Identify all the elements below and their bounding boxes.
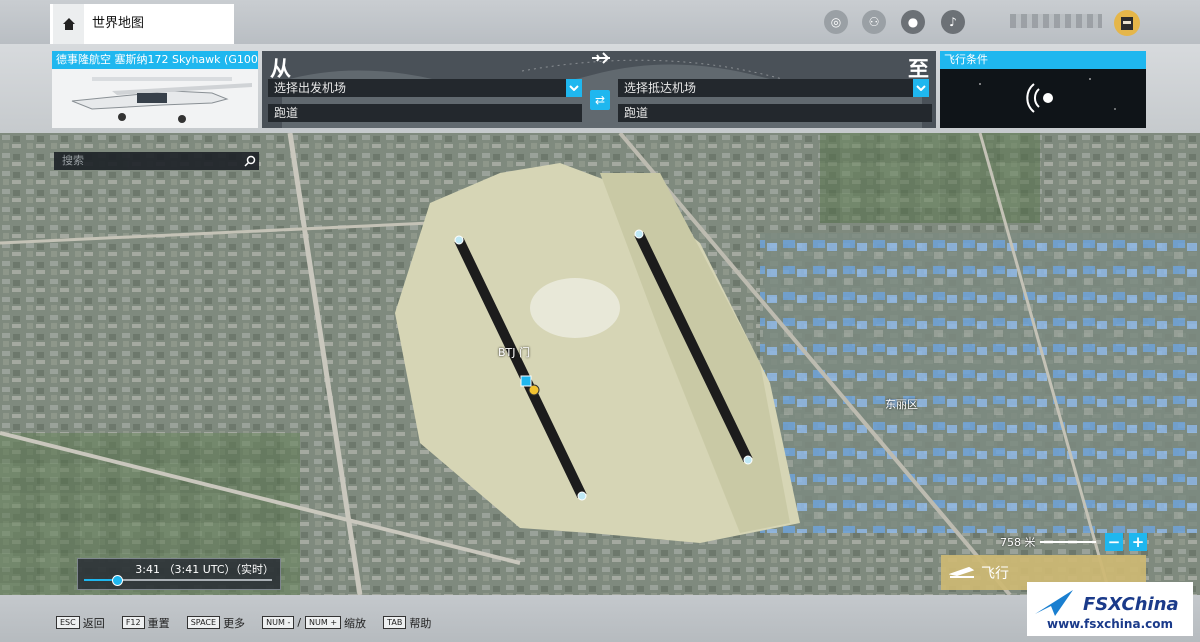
hint-help[interactable]: 帮助 [409, 617, 431, 630]
plane-icon [592, 52, 610, 64]
weather-icon [940, 69, 1146, 128]
fly-button-label: 飞行 [981, 566, 1009, 582]
search-input[interactable]: 搜索 [54, 152, 259, 170]
aircraft-image [52, 69, 258, 128]
svg-text:FSXChina: FSXChina [1083, 594, 1179, 615]
scale-label: 758 米 [1000, 536, 1036, 549]
fsxchina-logo: FSXChina [1035, 590, 1179, 616]
home-icon [63, 18, 75, 30]
hint-separator: / [297, 616, 302, 629]
avatar[interactable] [1114, 10, 1140, 36]
time-slider-handle[interactable] [112, 575, 123, 586]
home-tab[interactable] [50, 4, 87, 44]
key-esc: ESC [56, 616, 80, 629]
world-map[interactable] [0, 133, 1200, 595]
friends-icon[interactable]: ⚇ [862, 10, 886, 34]
key-tab: TAB [383, 616, 407, 629]
watermark-url: www.fsxchina.com [1047, 617, 1173, 631]
district-label: 东丽区 [885, 398, 918, 411]
username-blurred [1010, 14, 1102, 28]
arrival-runway[interactable]: 跑道 [618, 104, 932, 122]
tab-world-map[interactable]: 世界地图 [84, 4, 234, 44]
airport-label[interactable]: BTJ 门 [498, 344, 530, 360]
arrival-select[interactable]: 选择抵达机场 [618, 79, 914, 97]
key-num-plus: NUM + [305, 616, 342, 629]
arrival-dropdown-button[interactable] [913, 79, 929, 97]
chevron-down-icon [569, 85, 579, 91]
departure-dropdown-button[interactable] [566, 79, 582, 97]
departure-select[interactable]: 选择出发机场 [268, 79, 572, 97]
takeoff-icon [949, 566, 975, 578]
key-f12: F12 [121, 616, 145, 629]
hint-zoom[interactable]: 缩放 [344, 617, 366, 630]
hint-more[interactable]: 更多 [223, 617, 245, 630]
time-panel: 3:41 （3:41 UTC）（实时） [77, 558, 281, 590]
zoom-in-button[interactable]: + [1129, 533, 1147, 551]
profile-icon[interactable]: ● [901, 10, 925, 34]
time-display: 3:41 （3:41 UTC）（实时） [135, 563, 274, 576]
chevron-down-icon [916, 85, 926, 91]
flight-conditions-card[interactable]: 飞行条件 [940, 51, 1146, 128]
hint-reset[interactable]: 重置 [148, 617, 170, 630]
departure-runway[interactable]: 跑道 [268, 104, 582, 122]
aircraft-title: 德事隆航空 塞斯纳172 Skyhawk (G1000) [52, 51, 258, 69]
key-space: SPACE [186, 616, 221, 629]
satellite-map[interactable] [0, 133, 1200, 595]
conditions-title: 飞行条件 [940, 51, 1146, 69]
key-hints: ESC 返回 F12 重置 SPACE 更多 NUM - / NUM + 缩放 TAB 帮助 [56, 612, 443, 631]
aircraft-card[interactable]: 德事隆航空 塞斯纳172 Skyhawk (G1000) [52, 51, 258, 128]
scale-bar [1040, 541, 1096, 543]
watermark: FSXChina www.fsxchina.com [1027, 582, 1193, 636]
achievement-icon[interactable]: ◎ [824, 10, 848, 34]
zoom-out-button[interactable]: − [1105, 533, 1123, 551]
hint-back[interactable]: 返回 [83, 617, 105, 630]
search-icon[interactable] [244, 155, 256, 167]
notification-icon[interactable]: ♪ [941, 10, 965, 34]
key-num-minus: NUM - [262, 616, 295, 629]
swap-button[interactable]: ⇄ [590, 90, 610, 110]
